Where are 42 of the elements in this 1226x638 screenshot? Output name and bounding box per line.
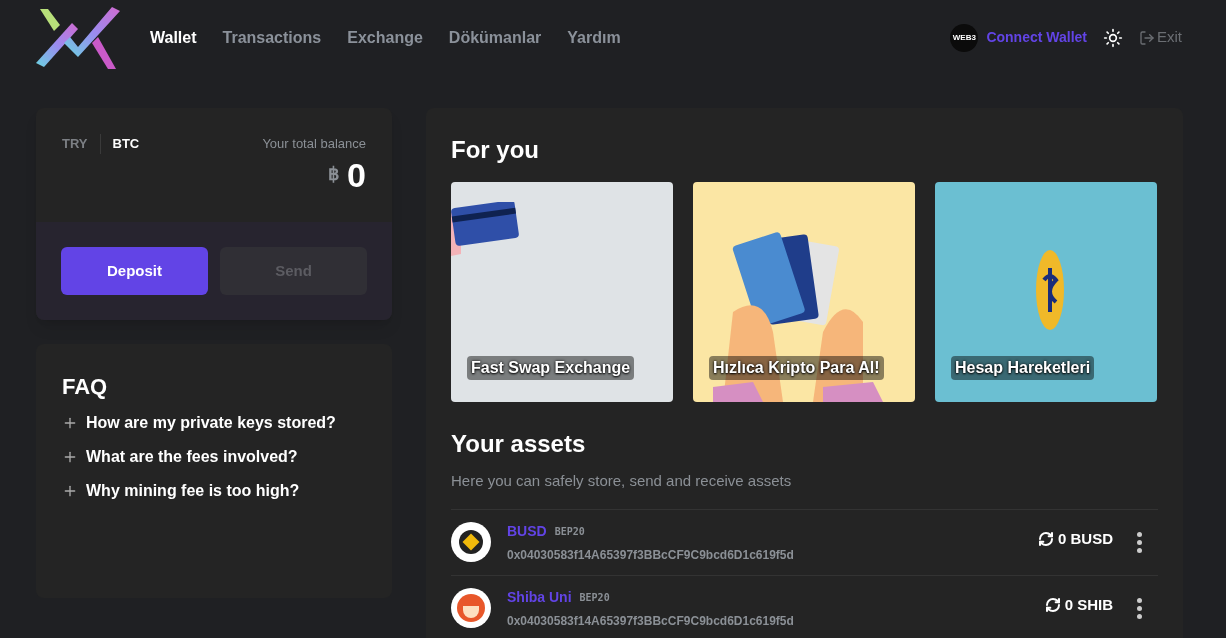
refresh-icon[interactable]	[1038, 530, 1054, 547]
promo-card[interactable]: Hesap Hareketleri	[935, 182, 1157, 402]
plus-icon	[62, 449, 78, 465]
faq-item[interactable]: How are my private keys stored?	[62, 411, 366, 435]
wallet-address: 0x04030583f14A65397f3BBcCF9C9bcd6D1c619f5d	[507, 546, 794, 564]
nav-tab[interactable]: Exchange	[347, 25, 423, 50]
credit-card-drawing	[451, 202, 521, 258]
section-subtitle: Here you can safely store, send and receive assets	[451, 471, 793, 491]
network-tag: BEP20	[579, 589, 610, 605]
promo-card[interactable]: Hızlıca Kripto Para Al!	[693, 182, 915, 402]
coin-logo-icon	[451, 522, 491, 562]
asset-name: Shiba Uni	[507, 587, 572, 607]
nav-tab[interactable]: Transactions	[222, 25, 322, 50]
faq-item[interactable]: Why mining fee is too high?	[62, 479, 366, 503]
asset-balance: 0 SHIB	[1064, 594, 1113, 615]
currency-toggle[interactable]: TRY	[62, 134, 88, 154]
connect-wallet-link[interactable]: Connect Wallet	[986, 27, 1087, 48]
plus-icon	[62, 415, 78, 431]
plus-icon	[62, 483, 78, 499]
currency-symbol: ฿	[328, 163, 340, 186]
wallet-address: 0x04030583f14A65397f3BBcCF9C9bcd6D1c619f5d	[507, 612, 794, 630]
nav-tab[interactable]: Wallet	[150, 25, 197, 50]
balance-caption: Your total balance	[262, 135, 366, 153]
currency-toggle[interactable]: BTC	[99, 134, 140, 154]
refresh-icon[interactable]	[1044, 596, 1061, 613]
section-title: For you	[451, 135, 540, 165]
faq-item[interactable]: What are the fees involved?	[62, 445, 366, 469]
faq-title: FAQ	[62, 373, 109, 401]
nav-tab[interactable]: Dökümanlar	[448, 25, 542, 50]
deposit-button[interactable]: Deposit	[61, 247, 208, 295]
logo-icon	[36, 6, 120, 69]
section-title: Your assets	[451, 429, 587, 459]
web3-badge: WEB3	[950, 23, 979, 52]
balance-amount: 0	[347, 157, 366, 192]
exit-icon	[1139, 29, 1155, 46]
promo-card[interactable]: Fast Swap Exchange	[451, 182, 673, 402]
theme-toggle-icon[interactable]	[1103, 27, 1123, 48]
asset-balance: 0 BUSD	[1058, 528, 1113, 549]
network-tag: BEP20	[554, 523, 585, 539]
exit-link[interactable]: Exit	[1139, 26, 1182, 49]
asset-name: BUSD	[507, 521, 547, 541]
nav-tab[interactable]: Yardım	[567, 25, 621, 50]
